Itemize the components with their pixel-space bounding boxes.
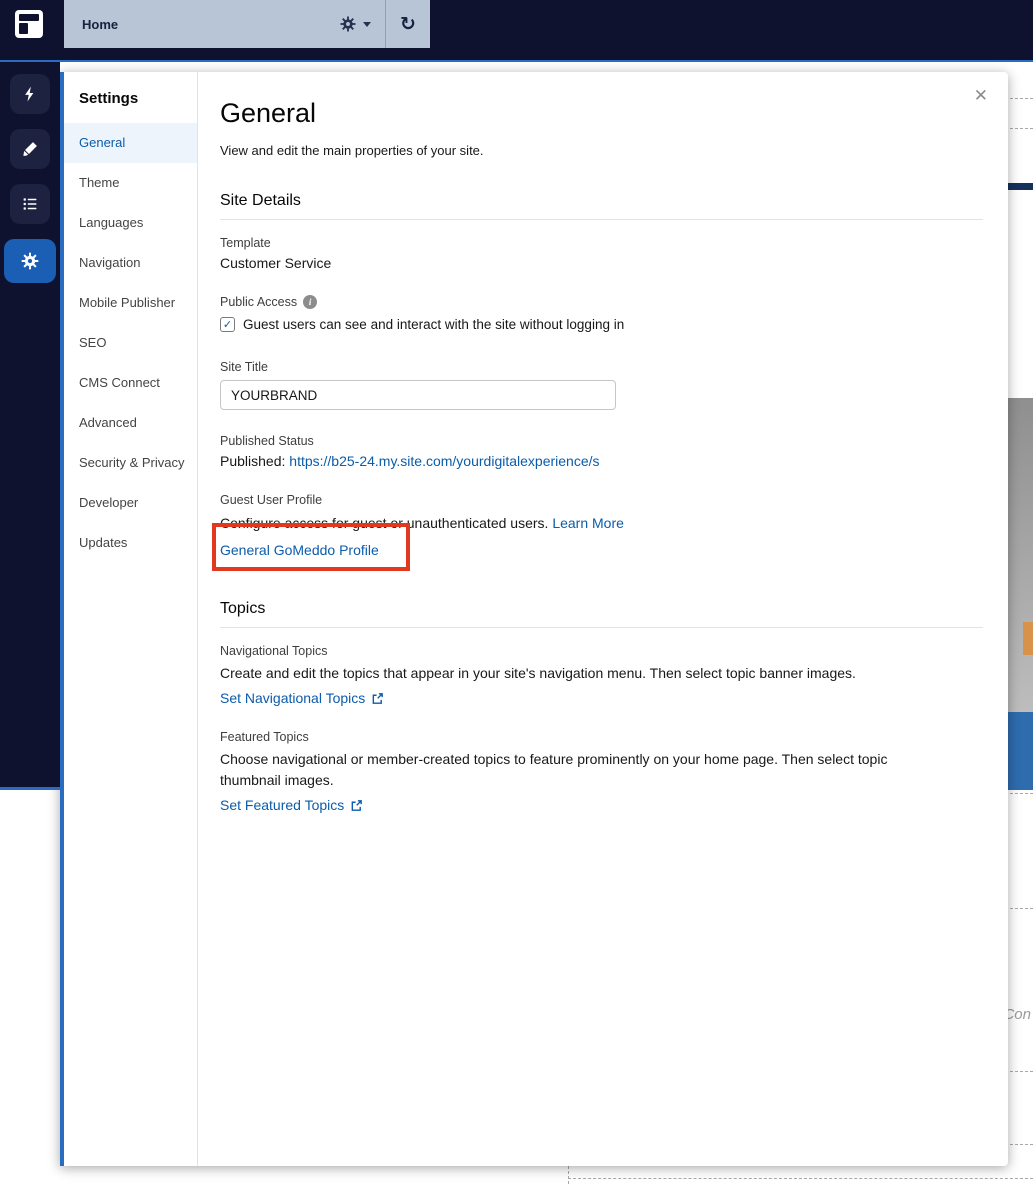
public-access-checkbox-label: Guest users can see and interact with th… xyxy=(243,317,624,332)
info-icon[interactable]: i xyxy=(303,295,317,309)
external-link-icon xyxy=(371,692,384,705)
section-heading-topics: Topics xyxy=(220,600,983,618)
panel-subtitle: View and edit the main properties of you… xyxy=(220,143,983,158)
learn-more-link[interactable]: Learn More xyxy=(552,515,624,531)
builder-icon-rail xyxy=(0,62,60,790)
bg-dashed-line xyxy=(568,1166,569,1184)
list-icon xyxy=(21,195,39,213)
sidebar-item-languages[interactable]: Languages xyxy=(64,203,197,243)
template-label: Template xyxy=(220,236,983,250)
sidebar-item-developer[interactable]: Developer xyxy=(64,483,197,523)
refresh-icon: ↻ xyxy=(400,13,416,36)
sidebar-item-navigation[interactable]: Navigation xyxy=(64,243,197,283)
published-prefix: Published: xyxy=(220,453,285,469)
public-access-checkbox[interactable]: ✓ xyxy=(220,317,235,332)
template-value: Customer Service xyxy=(220,255,983,271)
sidebar-item-mobile-publisher[interactable]: Mobile Publisher xyxy=(64,283,197,323)
top-toolbar: Home ↻ xyxy=(0,0,1033,62)
sidebar-item-security-privacy[interactable]: Security & Privacy xyxy=(64,443,197,483)
page-selector[interactable]: Home ↻ xyxy=(64,0,430,48)
featured-topics-description: Choose navigational or member-created to… xyxy=(220,749,925,791)
site-title-input[interactable] xyxy=(220,380,616,410)
settings-sidebar-title: Settings xyxy=(64,90,197,107)
guest-profile-link[interactable]: General GoMeddo Profile xyxy=(220,542,379,558)
navigational-topics-description: Create and edit the topics that appear i… xyxy=(220,663,925,684)
refresh-button[interactable]: ↻ xyxy=(386,0,430,48)
close-button[interactable]: ✕ xyxy=(974,86,988,106)
gear-icon xyxy=(20,251,40,271)
page-settings-dropdown[interactable] xyxy=(325,0,385,48)
set-navigational-topics-link[interactable]: Set Navigational Topics xyxy=(220,690,365,706)
paintbrush-icon xyxy=(21,140,39,158)
bg-image-fragment xyxy=(1023,622,1033,655)
sidebar-item-advanced[interactable]: Advanced xyxy=(64,403,197,443)
settings-sidebar: Settings General Theme Languages Navigat… xyxy=(64,72,198,1166)
set-featured-topics-link[interactable]: Set Featured Topics xyxy=(220,797,344,813)
settings-panel-content: ✕ General View and edit the main propert… xyxy=(199,72,1008,1166)
guest-profile-description: Configure access for guest or unauthenti… xyxy=(220,513,983,533)
sidebar-item-general[interactable]: General xyxy=(64,123,197,163)
guest-user-profile-block: Guest User Profile Configure access for … xyxy=(220,493,983,560)
site-title-label: Site Title xyxy=(220,360,983,374)
sidebar-item-seo[interactable]: SEO xyxy=(64,323,197,363)
rail-item-settings[interactable] xyxy=(4,239,56,283)
gear-icon xyxy=(339,15,357,33)
featured-topics-label: Featured Topics xyxy=(220,730,983,744)
published-status-label: Published Status xyxy=(220,434,983,448)
section-divider xyxy=(220,627,983,628)
rail-item-content[interactable] xyxy=(10,184,50,224)
current-page-label: Home xyxy=(82,17,118,32)
page-title: General xyxy=(220,98,983,129)
rail-item-components[interactable] xyxy=(10,74,50,114)
navigational-topics-label: Navigational Topics xyxy=(220,644,983,658)
section-divider xyxy=(220,219,983,220)
settings-modal: Settings General Theme Languages Navigat… xyxy=(60,72,1008,1166)
published-url-link[interactable]: https://b25-24.my.site.com/yourdigitalex… xyxy=(289,453,599,469)
sidebar-item-cms-connect[interactable]: CMS Connect xyxy=(64,363,197,403)
builder-logo-icon xyxy=(14,9,44,39)
chevron-down-icon xyxy=(363,22,371,27)
checkmark-icon: ✓ xyxy=(223,318,232,331)
public-access-label: Public Access xyxy=(220,295,297,309)
section-heading-site-details: Site Details xyxy=(220,192,983,210)
published-status-value: Published: https://b25-24.my.site.com/yo… xyxy=(220,453,983,469)
external-link-icon xyxy=(350,799,363,812)
experience-builder-logo[interactable] xyxy=(14,9,44,39)
rail-item-theme[interactable] xyxy=(10,129,50,169)
guest-user-profile-label: Guest User Profile xyxy=(220,493,983,507)
lightning-icon xyxy=(21,85,39,103)
sidebar-item-updates[interactable]: Updates xyxy=(64,523,197,563)
sidebar-item-theme[interactable]: Theme xyxy=(64,163,197,203)
bg-dashed-line xyxy=(568,1178,1033,1179)
guest-profile-description-text: Configure access for guest or unauthenti… xyxy=(220,515,548,531)
